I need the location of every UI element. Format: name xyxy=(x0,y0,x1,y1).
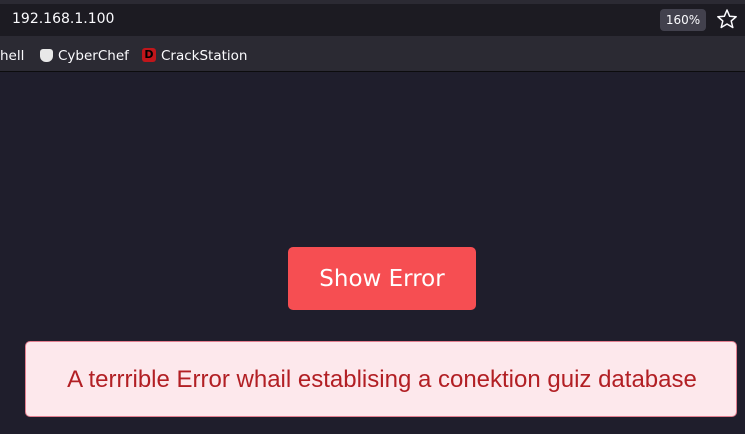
bookmark-label: hell xyxy=(0,48,25,64)
bookmark-star-icon[interactable] xyxy=(716,8,738,30)
bookmark-item-cyberchef[interactable]: CyberChef xyxy=(40,47,129,65)
zoom-level-badge[interactable]: 160% xyxy=(660,9,706,31)
url-bar[interactable]: 192.168.1.100 160% xyxy=(0,4,745,36)
error-alert: A terrrible Error whail establising a co… xyxy=(25,341,737,417)
url-text[interactable]: 192.168.1.100 xyxy=(12,11,114,27)
bookmark-item-hell[interactable]: hell xyxy=(0,47,24,65)
bookmark-label: CrackStation xyxy=(161,48,248,64)
bookmarks-toolbar: hell CyberChef D CrackStation xyxy=(0,40,745,72)
bookmark-item-crackstation[interactable]: D CrackStation xyxy=(142,47,247,65)
bookmark-label: CyberChef xyxy=(58,48,129,64)
chef-hat-icon xyxy=(40,48,53,62)
crackstation-icon: D xyxy=(142,48,156,62)
browser-toolbar: 192.168.1.100 160% xyxy=(0,0,745,40)
show-error-button[interactable]: Show Error xyxy=(288,247,476,310)
error-message: A terrrible Error whail establising a co… xyxy=(67,366,697,393)
